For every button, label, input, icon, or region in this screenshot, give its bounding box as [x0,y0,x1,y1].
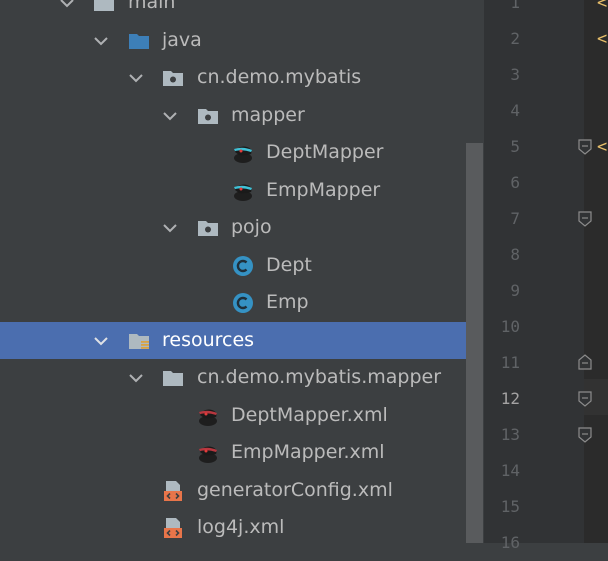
fold-icon[interactable] [577,426,593,444]
chevron-down-icon[interactable] [127,69,145,87]
tree-item-empmapper-xml[interactable]: EmpMapper.xml [0,434,483,471]
tree-item-java[interactable]: java [0,22,483,59]
tree-item-label: log4j.xml [197,516,285,538]
tree-item-generatorconfig-xml[interactable]: generatorConfig.xml [0,472,483,509]
line-number: 1 [510,0,520,12]
tree-item-label: EmpMapper.xml [231,441,385,463]
tree-item-mapper[interactable]: mapper [0,97,483,134]
tree-item-label: main [128,0,176,13]
code-text: < [597,0,608,13]
tree-item-resources[interactable]: resources [0,322,483,359]
fold-icon[interactable] [577,210,593,228]
line-number: 16 [500,533,520,552]
tree-item-cn-demo-mybatis[interactable]: cn.demo.mybatis [0,59,483,96]
fold-icon[interactable] [577,390,593,408]
tree-scrollbar-thumb[interactable] [466,143,483,543]
line-number: 5 [510,137,520,156]
line-number-gutter[interactable]: 1 2 3 4 5 6 7 8 9 10 11 12 13 14 15 16 [484,0,592,552]
tree-item-label: generatorConfig.xml [197,479,393,501]
source-folder-icon [129,34,149,49]
package-icon [163,71,183,86]
line-number: 2 [510,29,520,48]
mybatis-mapper-icon [234,184,252,201]
chevron-down-icon[interactable] [127,369,145,387]
tree-item-label: Emp [266,291,309,313]
tree-item-label: pojo [231,216,272,238]
tree-item-label: cn.demo.mybatis.mapper [197,366,442,388]
line-number: 13 [500,425,520,444]
fold-end-icon[interactable] [577,353,593,371]
tree-item-label: DeptMapper [266,141,384,163]
chevron-down-icon[interactable] [92,332,110,350]
tree-item-pojo[interactable]: pojo [0,209,483,246]
project-tree: main java cn.demo.mybatis mapper DeptMap… [0,0,483,543]
line-number: 14 [500,461,520,480]
tree-item-label: DeptMapper.xml [231,404,388,426]
fold-icon[interactable] [577,138,593,156]
chevron-down-icon[interactable] [161,219,179,237]
mybatis-xml-icon [199,409,217,426]
tree-item-emp[interactable]: Emp [0,284,483,321]
chevron-down-icon[interactable] [161,107,179,125]
tree-item-label: EmpMapper [266,179,381,201]
tree-item-label: cn.demo.mybatis [197,66,362,88]
chevron-down-icon[interactable] [92,32,110,50]
tree-item-label: java [162,29,202,51]
tree-item-label: Dept [266,254,312,276]
mybatis-mapper-icon [234,146,252,163]
line-number: 6 [510,173,520,192]
line-number: 11 [500,353,520,372]
class-icon [233,256,253,276]
xml-file-icon [164,518,182,538]
line-number-current: 12 [500,389,520,408]
tree-item-label: resources [162,329,255,351]
chevron-down-icon[interactable] [58,0,76,12]
tree-item-log4j-xml[interactable]: log4j.xml [0,509,483,543]
tree-item-deptmapper[interactable]: DeptMapper [0,134,483,171]
line-number: 7 [510,209,520,228]
code-text: < [597,29,608,49]
xml-file-icon [164,481,182,501]
line-number: 10 [500,317,520,336]
resources-folder-icon [129,334,149,349]
line-number: 9 [510,281,520,300]
tree-item-deptmapper-xml[interactable]: DeptMapper.xml [0,397,483,434]
code-editor[interactable]: 1 2 3 4 5 6 7 8 9 10 11 12 13 14 15 16 <… [484,0,608,552]
tree-item-label: mapper [231,104,305,126]
package-icon [198,221,218,236]
folder-icon [163,371,183,386]
line-number: 4 [510,101,520,120]
folder-icon [94,0,114,11]
line-number: 3 [510,65,520,84]
class-icon [233,293,253,313]
tree-item-main[interactable]: main [0,0,483,21]
mybatis-xml-icon [199,446,217,463]
package-icon [198,109,218,124]
line-number: 15 [500,497,520,516]
tree-item-cn-demo-mybatis-mapper[interactable]: cn.demo.mybatis.mapper [0,359,483,396]
tree-item-empmapper[interactable]: EmpMapper [0,172,483,209]
tree-item-dept[interactable]: Dept [0,247,483,284]
code-text: < [597,137,608,157]
line-number: 8 [510,245,520,264]
